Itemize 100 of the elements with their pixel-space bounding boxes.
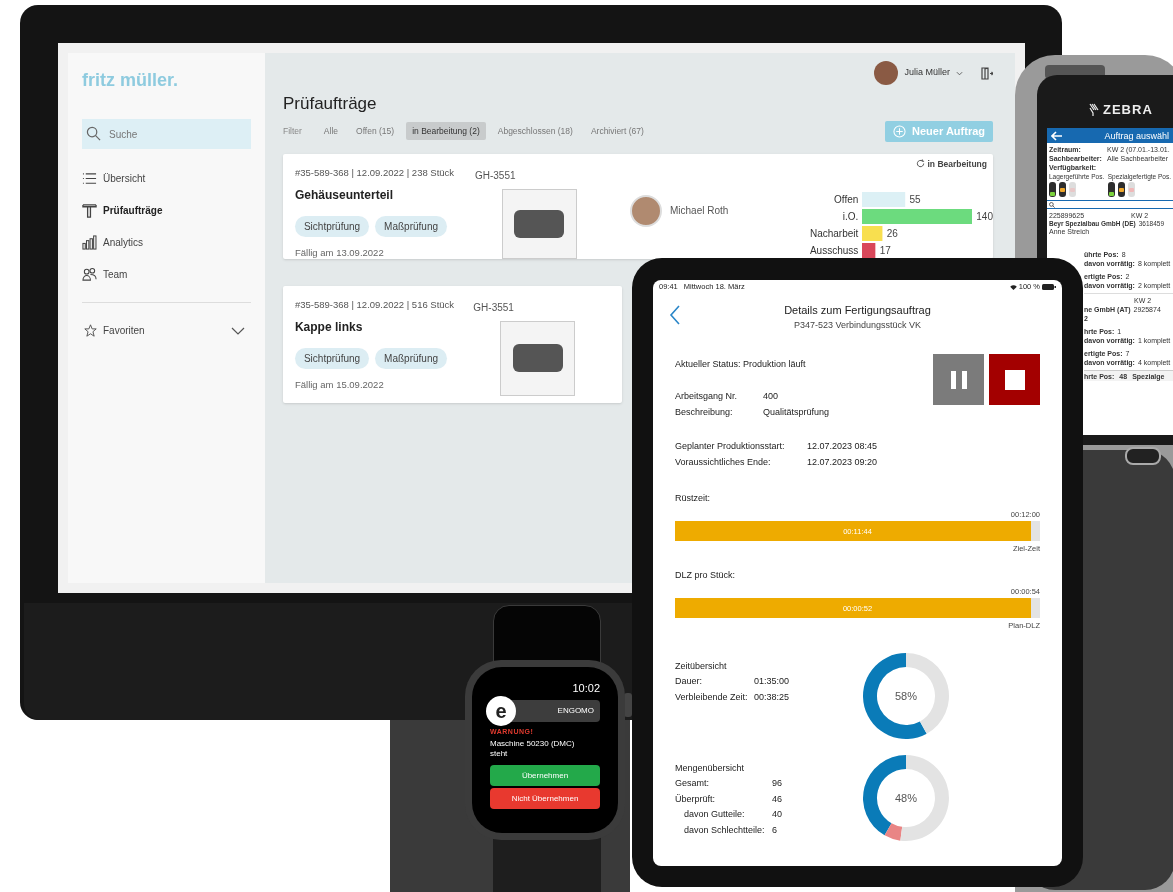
tag: Maßprüfung [375, 215, 448, 237]
logout-icon[interactable] [981, 66, 993, 80]
info-label: Geplanter Produktionsstart: [675, 439, 786, 453]
bar-label: Ausschuss [808, 243, 859, 258]
traffic-light-icon [1069, 182, 1076, 197]
summary-title: Mengenübersicht [675, 761, 746, 775]
summary-label: Gesamt: [675, 777, 710, 790]
wifi-icon [1009, 284, 1017, 290]
info-value: 12.07.2023 08:45 [807, 439, 878, 453]
home-button[interactable] [1125, 447, 1161, 465]
info-value: 12.07.2023 09:20 [807, 456, 878, 469]
progress-label: DLZ pro Stück: [675, 568, 737, 582]
assignee-name: Michael Roth [669, 204, 729, 218]
nav-item[interactable]: Analytics [82, 235, 251, 250]
order-meta: #35-589-368 | 12.09.2022 | 516 Stück [294, 297, 456, 312]
app-logo: e [486, 695, 516, 726]
summary-label: davon Schlechtteile: [683, 823, 766, 837]
donut-percentage: 58% [895, 688, 917, 704]
summary-value: 00:38:25 [754, 690, 790, 704]
summary-value: 6 [772, 823, 777, 837]
back-arrow-icon[interactable] [1051, 130, 1063, 141]
bar-value: 17 [879, 243, 891, 258]
nav-item[interactable]: Prüfaufträge [82, 203, 251, 218]
filter-label: Filter [282, 124, 302, 138]
page-title: Prüfaufträge [282, 93, 378, 115]
bar-value: 140 [976, 209, 993, 224]
bar-value: 26 [886, 226, 898, 241]
info-label: Voraussichtliches Ende: [675, 456, 772, 469]
summary-label: Verbleibende Zeit: [675, 690, 749, 704]
order-title: Kappe links [294, 318, 364, 336]
pause-button[interactable] [933, 354, 984, 405]
info-label: Arbeitsgang Nr. [675, 389, 739, 403]
filter-tab[interactable]: in Bearbeitung (2) [406, 121, 486, 141]
summary-value: 96 [772, 777, 782, 790]
avatar [629, 194, 662, 227]
traffic-light-icon [1117, 182, 1125, 197]
pause-icon [950, 370, 967, 389]
screen-subtitle: P347-523 Verbindungsstück VK [793, 318, 922, 332]
refresh-icon [916, 159, 926, 169]
plus-circle-icon [893, 124, 907, 138]
user-avatar[interactable] [874, 61, 899, 85]
notification-button[interactable]: Nicht Übernehmen [490, 788, 600, 809]
search-icon [86, 126, 101, 141]
summary-title: Zeitübersicht [675, 659, 728, 673]
nav-item[interactable]: Übersicht [82, 171, 251, 186]
scanner-search-field[interactable] [1047, 200, 1173, 209]
scanner-title: Auftrag auswähl [1104, 131, 1169, 140]
nav-item[interactable]: Team [82, 267, 251, 282]
traffic-light-icon [1059, 182, 1066, 197]
traffic-light-icon [1107, 182, 1115, 197]
summary-value: 46 [772, 792, 782, 806]
star-icon [84, 324, 97, 337]
order-title: Gehäuseunterteil [294, 186, 394, 204]
list-icon [82, 171, 97, 186]
summary-label: Dauer: [675, 675, 703, 688]
filter-tab[interactable]: Alle [317, 121, 345, 141]
stop-icon [1004, 369, 1025, 390]
bar-value: 55 [909, 192, 921, 207]
summary-value: 01:35:00 [754, 675, 790, 688]
order-card[interactable]: #35-589-368 | 12.09.2022 | 238 Stück Gehäuseunterteil Sichtprüfung Maßprüfung Fällig am 13.09.2022 GH-3551 Michael Roth Offen 55 i.O. 140 Nacharbeit 26 Ausschuss 17 in Bearbeitung [282, 153, 993, 259]
order-card[interactable]: #35-589-368 | 12.09.2022 | 516 Stück Kappe links Sichtprüfung Maßprüfung Fällig am 15.09.2022 GH-3551 [282, 285, 622, 403]
part-number: GH-3551 [473, 300, 515, 315]
tag: Maßprüfung [375, 347, 448, 369]
gauge-icon [82, 203, 97, 218]
traffic-light-icon [1127, 182, 1135, 197]
progress-label: Rüstzeit: [675, 491, 711, 505]
search-field[interactable]: Suche [82, 119, 251, 149]
back-chevron-icon[interactable] [669, 305, 681, 325]
bar-label: i.O. [841, 209, 859, 224]
filter-tab[interactable]: Abgeschlossen (18) [491, 121, 579, 141]
bar-label: Nacharbeit [808, 226, 859, 241]
logo: fritz müller. [82, 69, 180, 92]
stop-button[interactable] [989, 354, 1040, 405]
screen-title: Details zum Fertigungsauftrag [784, 303, 931, 318]
filter-tab[interactable]: Archiviert (67) [584, 121, 650, 141]
part-number: GH-3551 [474, 168, 517, 183]
info-value: Qualitätsprüfung [763, 406, 830, 419]
brand-logo: ZEBRA [1103, 101, 1153, 119]
due-date: Fällig am 13.09.2022 [294, 245, 385, 260]
filter-tab[interactable]: Offen (15) [350, 121, 401, 141]
user-name[interactable]: Julia Müller [904, 66, 950, 80]
tag: Sichtprüfung [294, 215, 370, 237]
summary-label: davon Gutteile: [683, 808, 746, 821]
status-label: in Bearbeitung [916, 157, 987, 171]
bar-chart-icon [82, 235, 97, 250]
battery-icon [1042, 284, 1056, 290]
traffic-light-icon [1049, 182, 1056, 197]
info-label: Beschreibung: [675, 406, 734, 419]
order-meta: #35-589-368 | 12.09.2022 | 238 Stück [294, 165, 456, 180]
due-date: Fällig am 15.09.2022 [294, 377, 385, 392]
production-status: Aktueller Status: Produktion läuft [675, 358, 807, 371]
tag: Sichtprüfung [294, 347, 370, 369]
donut-percentage: 48% [895, 790, 917, 806]
zebra-head-icon [1088, 102, 1100, 117]
summary-value: 40 [772, 808, 782, 821]
favorites-item[interactable]: Favoriten [82, 323, 251, 338]
app-name: ENGOMO [557, 704, 594, 717]
warning-message: Maschine 50230 (DMC) steht [490, 739, 576, 759]
bar-label: Offen [833, 192, 859, 207]
search-icon [1049, 201, 1055, 208]
